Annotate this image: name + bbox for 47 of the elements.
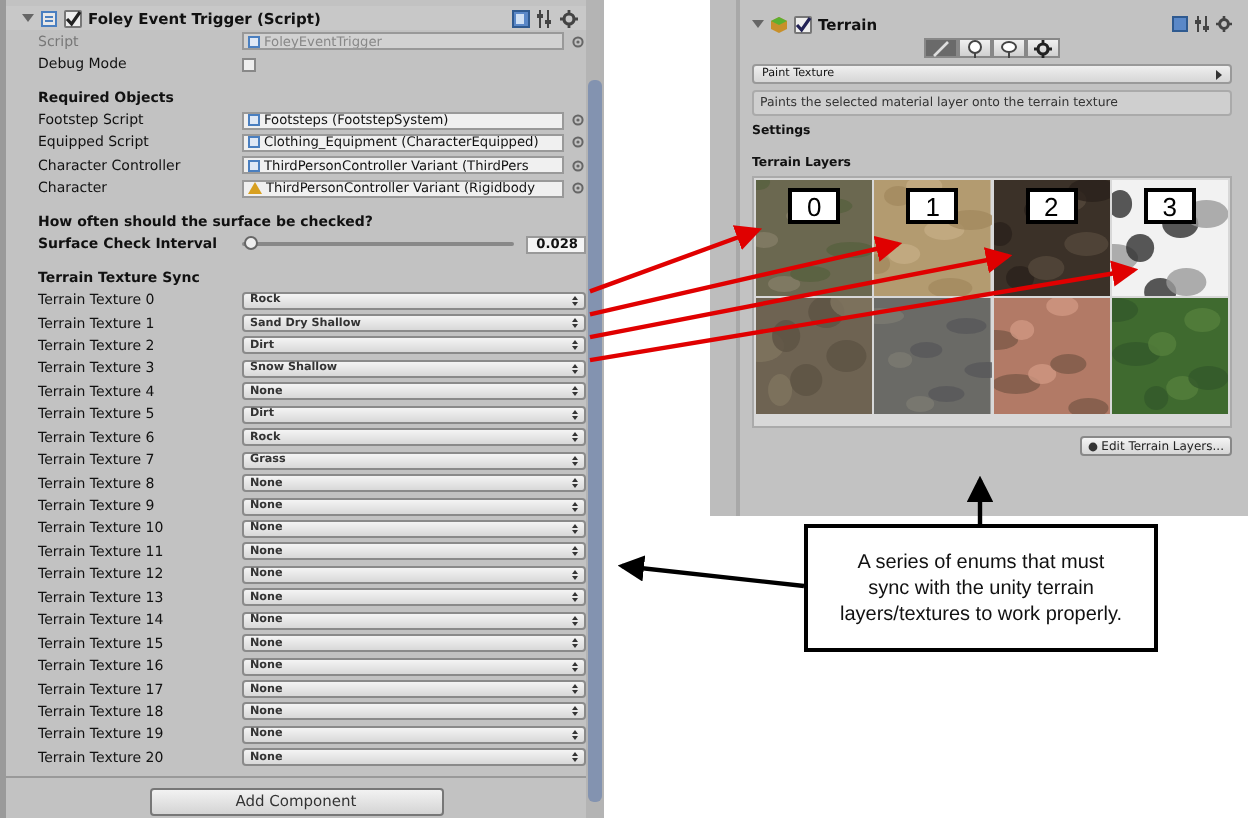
layer-number-label: 1 bbox=[906, 188, 959, 224]
up-down-arrows-icon bbox=[572, 409, 578, 420]
up-down-arrows-icon bbox=[572, 295, 578, 306]
callout-note: A series of enums that must sync with the unity terrain layers/textures to work properly. bbox=[804, 524, 1158, 652]
flower-tool-button[interactable] bbox=[992, 38, 1026, 58]
slider-track[interactable] bbox=[242, 242, 515, 247]
tree-tool-button[interactable] bbox=[958, 38, 992, 58]
up-down-arrows-icon bbox=[572, 661, 578, 672]
enabled-checkbox[interactable] bbox=[794, 15, 812, 33]
enabled-checkbox[interactable] bbox=[64, 9, 82, 27]
layer-number-label: 0 bbox=[788, 188, 841, 224]
up-down-arrows-icon bbox=[572, 432, 578, 443]
sliders-icon[interactable] bbox=[536, 9, 554, 27]
layer-number-label: 3 bbox=[1143, 188, 1196, 224]
up-down-arrows-icon bbox=[572, 318, 578, 329]
brush-tool-button[interactable] bbox=[924, 38, 958, 58]
up-down-arrows-icon bbox=[572, 363, 578, 374]
up-down-arrows-icon bbox=[572, 478, 578, 489]
dot-icon bbox=[1087, 441, 1098, 451]
up-down-arrows-icon bbox=[572, 752, 578, 763]
up-down-arrows-icon bbox=[572, 501, 578, 512]
up-down-arrows-icon bbox=[572, 615, 578, 626]
up-down-arrows-icon bbox=[572, 592, 578, 603]
scrollbar[interactable] bbox=[586, 0, 604, 818]
sliders-icon[interactable] bbox=[1194, 16, 1210, 32]
target-icon[interactable] bbox=[572, 35, 584, 48]
up-down-arrows-icon bbox=[572, 546, 578, 557]
up-down-arrows-icon bbox=[572, 638, 578, 649]
script-icon bbox=[40, 9, 58, 27]
up-down-arrows-icon bbox=[572, 455, 578, 466]
up-down-arrows-icon bbox=[572, 569, 578, 580]
settings-tool-button[interactable] bbox=[1026, 38, 1060, 58]
arrow bbox=[966, 475, 994, 524]
book-icon[interactable] bbox=[512, 9, 530, 27]
settings-icon[interactable] bbox=[560, 9, 578, 27]
slider-thumb[interactable] bbox=[243, 236, 258, 251]
up-down-arrows-icon bbox=[572, 523, 578, 534]
checkbox[interactable] bbox=[242, 57, 256, 72]
up-down-arrows-icon bbox=[572, 729, 578, 740]
up-down-arrows-icon bbox=[572, 340, 578, 351]
cube-icon bbox=[770, 15, 788, 33]
caret-icon bbox=[1216, 69, 1222, 79]
layer-number-label: 2 bbox=[1025, 188, 1078, 224]
up-down-arrows-icon bbox=[572, 706, 578, 717]
settings-icon[interactable] bbox=[1216, 16, 1232, 32]
up-down-arrows-icon bbox=[572, 386, 578, 397]
up-down-arrows-icon bbox=[572, 684, 578, 695]
